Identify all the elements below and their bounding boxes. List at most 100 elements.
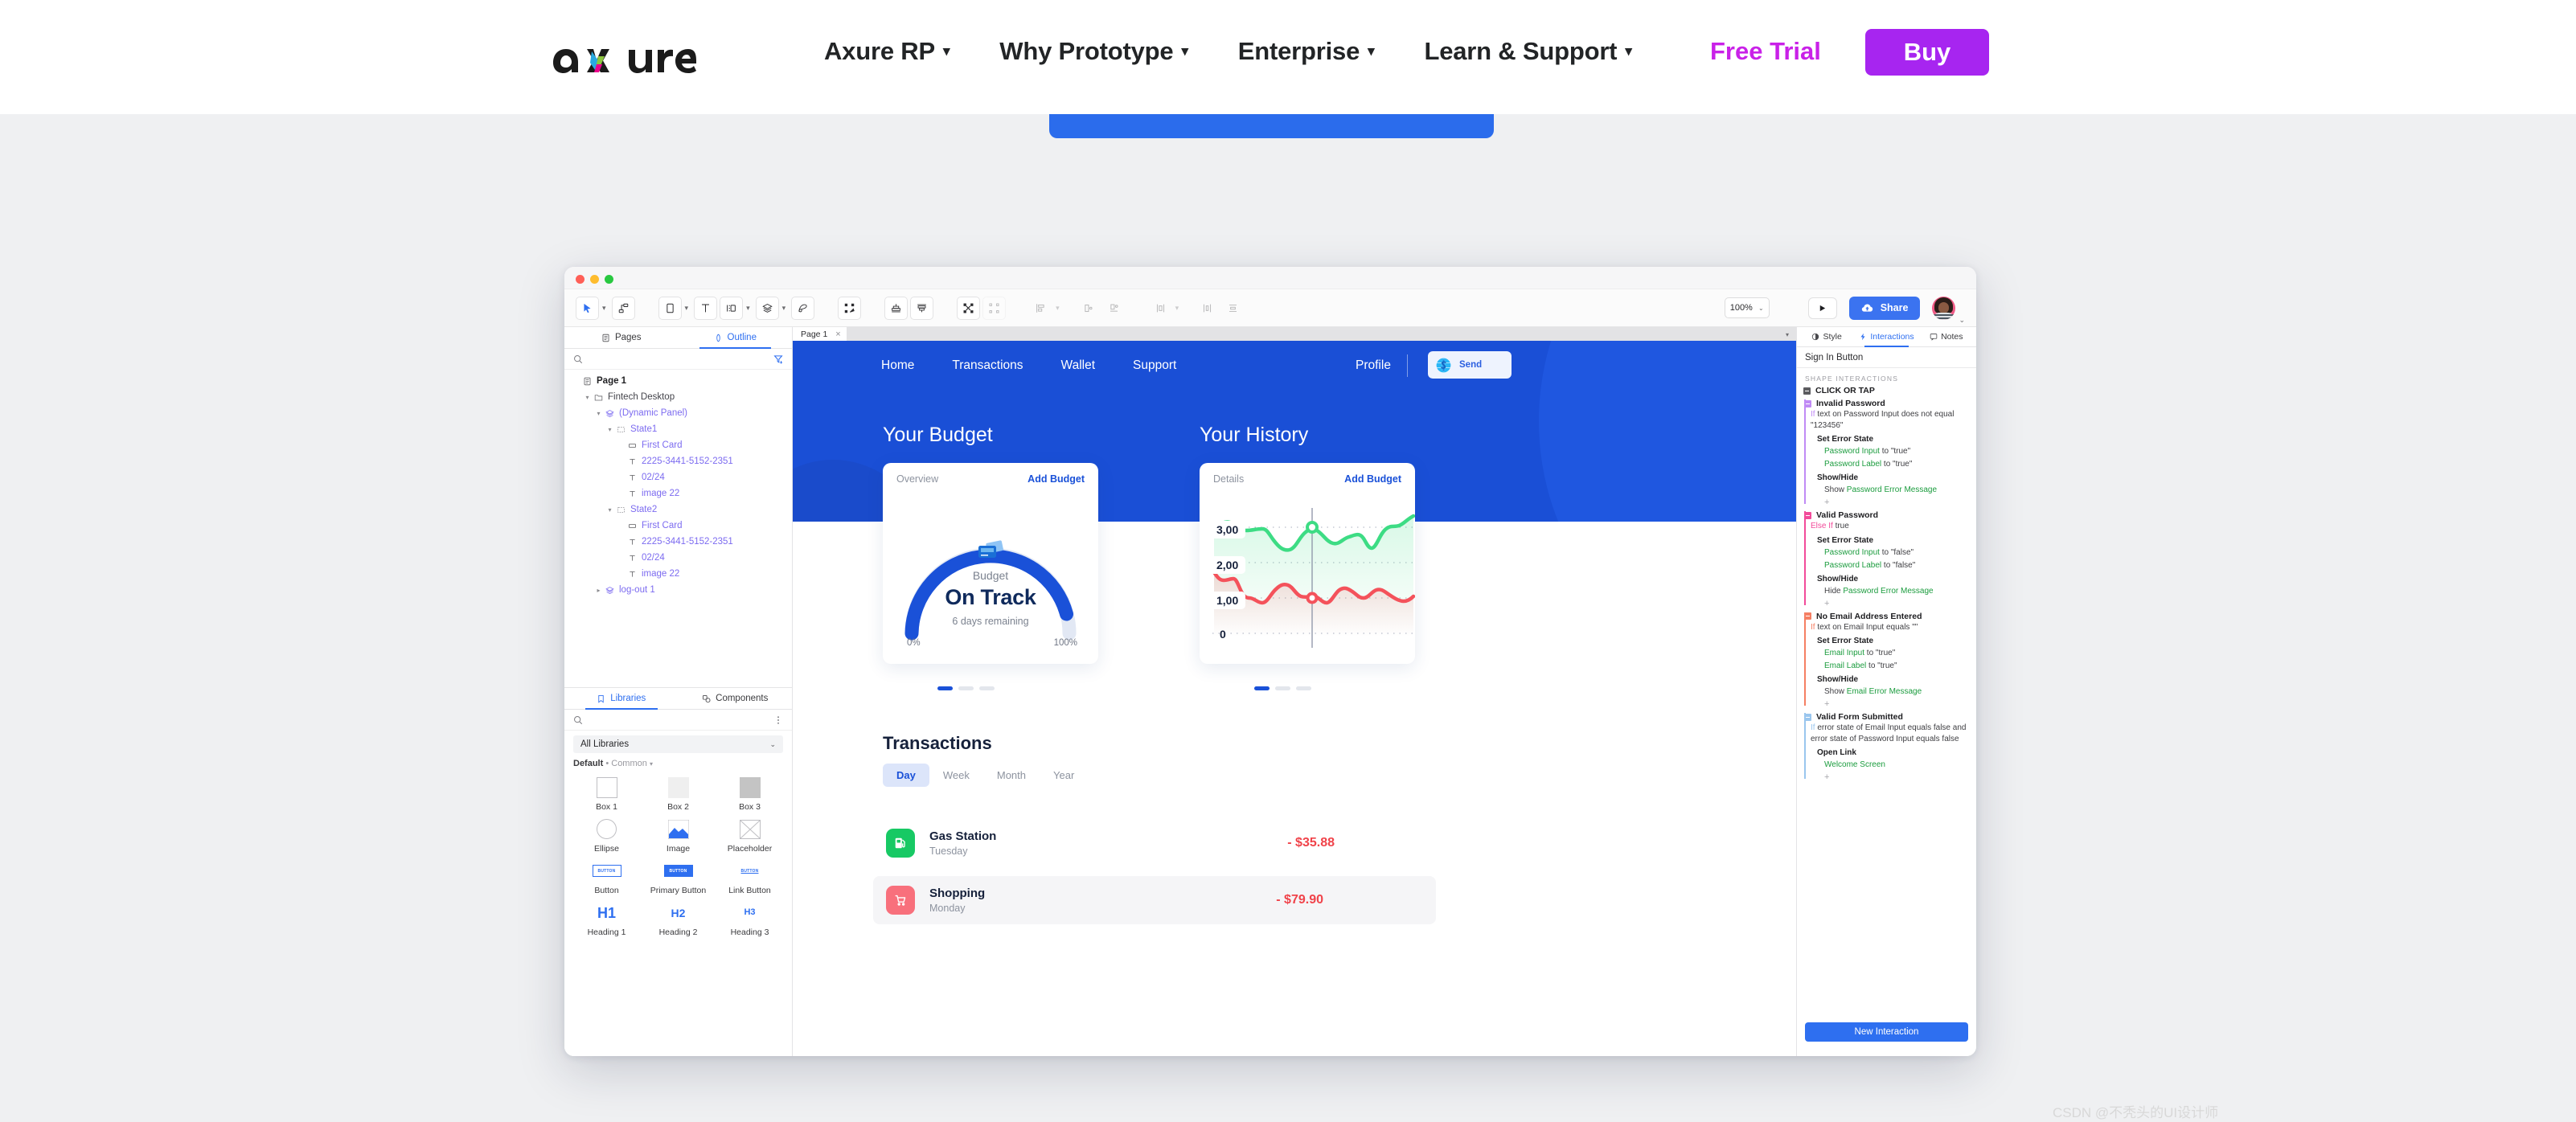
axure-logo[interactable]	[552, 27, 696, 79]
outline-node-first-card[interactable]: First Card	[564, 437, 792, 453]
transaction-row-shopping[interactable]: Shopping Monday - $79.90	[873, 876, 1436, 924]
chevron-down-icon[interactable]: ▾	[1786, 331, 1789, 338]
action-group-title[interactable]: Show/Hide	[1817, 575, 1976, 584]
chevron-down-icon[interactable]: ▾	[782, 304, 786, 313]
space-horizontal-button[interactable]	[1196, 297, 1219, 320]
new-interaction-button[interactable]: New Interaction	[1805, 1022, 1968, 1042]
prototype-nav-wallet[interactable]: Wallet	[1061, 358, 1096, 373]
carousel-dot[interactable]	[1254, 686, 1270, 690]
budget-add-budget-link[interactable]: Add Budget	[1028, 473, 1085, 485]
library-item-heading-2[interactable]: H2Heading 2	[642, 899, 714, 940]
rectangle-tool-button[interactable]	[658, 297, 682, 320]
prototype-nav-transactions[interactable]: Transactions	[952, 358, 1023, 373]
outline-node-2225-3441-5152-2351[interactable]: 2225-3441-5152-2351	[564, 453, 792, 469]
preview-button[interactable]	[1808, 297, 1837, 319]
close-icon[interactable]: ×	[835, 330, 840, 339]
add-action-button[interactable]: +	[1824, 498, 1976, 507]
action-line[interactable]: Show Password Error Message	[1824, 485, 1976, 495]
filter-week[interactable]: Week	[929, 764, 983, 787]
library-item-box-2[interactable]: Box 2	[642, 773, 714, 815]
outline-node-image-22[interactable]: image 22	[564, 566, 792, 582]
collapse-icon[interactable]	[1804, 612, 1811, 620]
send-button[interactable]: Send	[1428, 351, 1512, 379]
library-select[interactable]: All Libraries ⌄	[573, 735, 783, 753]
twisty-icon[interactable]: ▸	[594, 587, 603, 594]
distribute-spacing-button[interactable]	[1149, 297, 1172, 320]
outline-node-dynamic-panel[interactable]: ▾(Dynamic Panel)	[564, 405, 792, 421]
action-group-title[interactable]: Open Link	[1817, 748, 1976, 757]
align-button[interactable]	[884, 297, 908, 320]
library-item-link-button[interactable]: BUTTONLink Button	[714, 857, 786, 899]
library-item-primary-button[interactable]: BUTTONPrimary Button	[642, 857, 714, 899]
case-header[interactable]: No Email Address Entered	[1804, 612, 1976, 621]
buy-button[interactable]: Buy	[1865, 29, 1989, 76]
outline-node-image-22[interactable]: image 22	[564, 485, 792, 502]
distribute-vertical-button[interactable]	[1102, 297, 1126, 320]
carousel-dot[interactable]	[937, 686, 953, 690]
carousel-dot[interactable]	[958, 686, 974, 690]
action-group-title[interactable]: Set Error State	[1817, 435, 1976, 444]
interaction-case-valid-password[interactable]: Valid PasswordElse If trueSet Error Stat…	[1804, 510, 1976, 608]
collapse-icon[interactable]	[1804, 512, 1811, 519]
history-card[interactable]: Details Add Budget	[1200, 463, 1415, 664]
twisty-icon[interactable]: ▾	[605, 506, 614, 514]
action-line[interactable]: Email Input to "true"	[1824, 648, 1976, 658]
transaction-row-gas-station[interactable]: Gas Station Tuesday - $35.88	[873, 819, 1436, 867]
action-line[interactable]: Password Label to "false"	[1824, 560, 1976, 571]
design-canvas[interactable]: Home Transactions Wallet Support Profile…	[793, 341, 1796, 1056]
close-window-button[interactable]	[576, 275, 585, 284]
tab-style[interactable]: Style	[1797, 327, 1856, 346]
nav-item-axure-rp[interactable]: Axure RP ▾	[824, 37, 950, 66]
free-trial-link[interactable]: Free Trial	[1710, 37, 1821, 66]
budget-card[interactable]: Overview Add Budget Budget On Track 6 da…	[883, 463, 1098, 664]
space-vertical-button[interactable]	[1221, 297, 1245, 320]
twisty-icon[interactable]: ▾	[605, 426, 614, 433]
tab-interactions[interactable]: Interactions	[1856, 327, 1916, 346]
collapse-icon[interactable]	[1804, 714, 1811, 721]
nav-item-why-prototype[interactable]: Why Prototype ▾	[999, 37, 1188, 66]
outline-node-02-24[interactable]: 02/24	[564, 550, 792, 566]
prototype-nav-home[interactable]: Home	[881, 358, 914, 373]
action-group-title[interactable]: Show/Hide	[1817, 675, 1976, 684]
action-line[interactable]: Email Label to "true"	[1824, 661, 1976, 671]
edit-points-button[interactable]	[838, 297, 861, 320]
collapse-icon[interactable]	[1804, 400, 1811, 407]
tab-pages[interactable]: Pages	[564, 327, 679, 348]
ungroup-button[interactable]	[982, 297, 1006, 320]
carousel-dot[interactable]	[1296, 686, 1311, 690]
minimize-window-button[interactable]	[590, 275, 599, 284]
interaction-case-no-email-address-entered[interactable]: No Email Address EnteredIf text on Email…	[1804, 612, 1976, 710]
case-header[interactable]: Valid Form Submitted	[1804, 712, 1976, 722]
action-line[interactable]: Password Label to "true"	[1824, 459, 1976, 469]
layers-tool-button[interactable]	[756, 297, 779, 320]
add-action-button[interactable]: +	[1824, 772, 1976, 782]
outline-node-2225-3441-5152-2351[interactable]: 2225-3441-5152-2351	[564, 534, 792, 550]
library-item-heading-1[interactable]: H1Heading 1	[571, 899, 642, 940]
twisty-icon[interactable]: ▾	[583, 394, 592, 401]
action-line[interactable]: Welcome Screen	[1824, 760, 1976, 770]
more-options-icon[interactable]	[773, 715, 783, 725]
action-line[interactable]: Hide Password Error Message	[1824, 586, 1976, 596]
budget-carousel-dots[interactable]	[937, 686, 995, 690]
library-item-placeholder[interactable]: Placeholder	[714, 815, 786, 857]
collapse-icon[interactable]	[1803, 387, 1811, 395]
history-add-budget-link[interactable]: Add Budget	[1344, 473, 1401, 485]
chevron-down-icon[interactable]: ▾	[746, 304, 750, 313]
chevron-down-icon[interactable]: ▾	[602, 304, 606, 313]
library-item-image[interactable]: Image	[642, 815, 714, 857]
case-header[interactable]: Invalid Password	[1804, 399, 1976, 408]
nav-item-enterprise[interactable]: Enterprise ▾	[1238, 37, 1375, 66]
prototype-nav-profile[interactable]: Profile	[1356, 358, 1391, 373]
group-button[interactable]	[957, 297, 980, 320]
page-tab-page1[interactable]: Page 1 ×	[793, 327, 847, 341]
case-header[interactable]: Valid Password	[1804, 510, 1976, 520]
chevron-down-icon[interactable]: ⌄	[1959, 316, 1965, 325]
share-button[interactable]: Share	[1849, 297, 1921, 320]
tab-outline[interactable]: Outline	[679, 327, 793, 348]
maximize-window-button[interactable]	[605, 275, 613, 284]
action-line[interactable]: Show Email Error Message	[1824, 686, 1976, 697]
action-group-title[interactable]: Set Error State	[1817, 637, 1976, 645]
align-left-button[interactable]	[1029, 297, 1052, 320]
action-line[interactable]: Password Input to "false"	[1824, 547, 1976, 558]
event-click-or-tap[interactable]: CLICK OR TAP	[1797, 386, 1976, 399]
